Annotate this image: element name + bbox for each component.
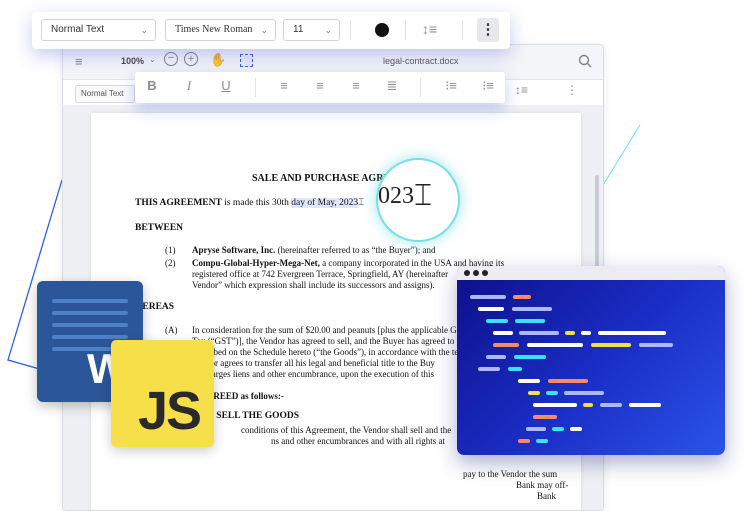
code-editor-illustration [457, 266, 725, 455]
party2-num: (2) [165, 258, 176, 268]
doc-title: SALE AND PURCHASE AGREE [252, 173, 397, 184]
font-size-value: 11 [293, 24, 304, 35]
font-select[interactable]: Times New Roman ⌄ [165, 19, 276, 41]
style-select[interactable]: Normal Text ⌄ [41, 19, 156, 41]
recital-a-line1: In consideration for the sum of $20.00 a… [192, 325, 457, 335]
toolbar-divider [350, 20, 351, 40]
bulleted-list-icon[interactable]: ⁝≡ [442, 78, 460, 94]
align-center-icon[interactable]: ≡ [311, 78, 329, 93]
style-chip-label: Normal Text [81, 89, 124, 98]
magnified-text: 023 [378, 183, 414, 209]
agreement-text: is made this 30th [224, 198, 289, 208]
text-cursor-icon: ⌶ [358, 198, 364, 208]
more-vertical-icon[interactable]: ⋮ [477, 18, 499, 42]
section-line2: ns and other encumbrances and with all r… [271, 436, 445, 446]
style-select-value: Normal Text [51, 24, 105, 35]
party1-text: Apryse Software, Inc. (hereinafter refer… [192, 245, 436, 255]
toolbar-divider [405, 20, 406, 40]
agreement-bold: THIS AGREEMENT [135, 198, 222, 208]
toolbar-divider [255, 78, 256, 97]
justify-icon[interactable]: ≣ [383, 78, 401, 94]
format-toolbar: Normal Text ⌄ Times New Roman ⌄ 11 ⌄ ↕≡ ⋮ [32, 12, 510, 49]
line-spacing-icon[interactable]: ↕≡ [422, 21, 437, 37]
style-chip[interactable]: Normal Text [75, 85, 135, 103]
text-color-icon[interactable] [375, 23, 389, 37]
text-cursor-icon: ⌶ [414, 178, 432, 213]
select-area-icon[interactable] [240, 54, 253, 67]
italic-button[interactable]: I [180, 78, 198, 94]
javascript-logo-text: JS [138, 381, 202, 441]
recital-a-num: (A) [165, 325, 178, 335]
party2-bold: Compu-Global-Hyper-Mega-Net, [192, 258, 320, 268]
recital-a-line5: all charges liens and other encumbrance,… [192, 369, 435, 379]
zoom-level[interactable]: 100% [121, 56, 144, 66]
party1-rest: (hereinafter referred to as “the Buyer”)… [277, 245, 436, 255]
party2-line2: registered office at 742 Evergreen Terra… [192, 269, 449, 279]
underline-button[interactable]: U [217, 78, 235, 93]
toolbar-divider [462, 20, 463, 40]
section-line4: Bank may off- [516, 480, 569, 490]
section-line3: pay to the Vendor the sum [463, 469, 558, 479]
section-line1: conditions of this Agreement, the Vendor… [241, 425, 452, 435]
party1-bold: Apryse Software, Inc. [192, 245, 276, 255]
zoom-dropdown-icon[interactable]: ⌄ [149, 55, 156, 64]
chevron-down-icon: ⌄ [324, 25, 332, 35]
zoom-out-icon[interactable]: − [164, 52, 178, 66]
recital-a-line3: described on the Schedule hereto (“the G… [192, 347, 459, 357]
align-right-icon[interactable]: ≡ [347, 78, 365, 93]
text-format-toolbar: B I U ≡ ≡ ≡ ≣ ⁝≡ ⁝≡ [135, 72, 505, 103]
search-icon[interactable] [578, 54, 592, 68]
pan-hand-icon[interactable]: ✋ [210, 52, 226, 68]
recital-a-line2: Tax (“GST”)], the Vendor has agreed to s… [192, 336, 462, 346]
font-select-value: Times New Roman [175, 24, 253, 35]
code-window-titlebar [457, 266, 725, 280]
file-name: legal-contract.docx [383, 56, 459, 66]
selected-date[interactable]: day of May, 2023 [291, 198, 359, 208]
recital-a-line4: Vendor agrees to transfer all his legal … [192, 358, 435, 368]
chevron-down-icon: ⌄ [260, 25, 268, 35]
menu-icon[interactable]: ≡ [75, 54, 83, 69]
more-vertical-small-icon[interactable]: ⋮ [566, 83, 578, 97]
align-left-icon[interactable]: ≡ [275, 78, 293, 93]
agreement-line: THIS AGREEMENT is made this 30th day of … [135, 197, 364, 208]
numbered-list-icon[interactable]: ⁝≡ [479, 78, 497, 94]
javascript-logo: JS [111, 340, 214, 447]
magnifier-lens: 023 ⌶ [376, 158, 460, 242]
party1-num: (1) [165, 245, 176, 255]
bold-button[interactable]: B [143, 78, 161, 93]
between-heading: BETWEEN [135, 223, 184, 233]
zoom-in-icon[interactable]: + [184, 52, 198, 66]
toolbar-divider [420, 78, 421, 97]
section-line5: Bank [537, 491, 556, 501]
font-size-select[interactable]: 11 ⌄ [283, 19, 340, 41]
party2-line3: Vendor” which expression shall include i… [192, 280, 435, 290]
chevron-down-icon: ⌄ [140, 25, 148, 35]
line-spacing-small-icon[interactable]: ↕≡ [515, 83, 528, 97]
